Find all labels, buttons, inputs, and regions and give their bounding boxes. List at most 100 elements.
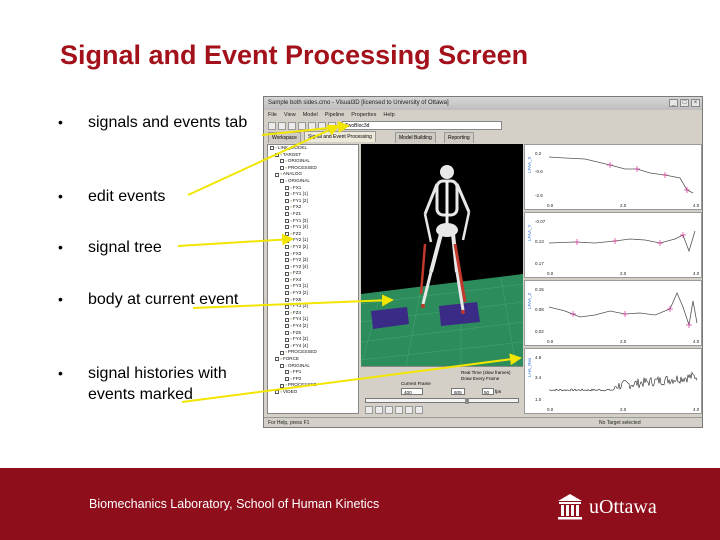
tree-item[interactable]: ▪ FP1 — [268, 369, 358, 376]
speed-field[interactable]: 50 — [482, 388, 494, 395]
tree-checkbox[interactable] — [275, 152, 279, 157]
tree-item[interactable]: ▪ FY1 [3] — [268, 218, 358, 225]
3d-body-view[interactable] — [361, 144, 523, 366]
maximize-button[interactable]: □ — [680, 99, 689, 107]
tree-checkbox[interactable] — [285, 264, 289, 269]
tree-checkbox[interactable] — [285, 291, 289, 296]
tree-checkbox[interactable] — [285, 192, 289, 197]
minimize-button[interactable]: _ — [669, 99, 678, 107]
tree-item[interactable]: ▪ FY4 [2] — [268, 323, 358, 330]
tree-checkbox[interactable] — [275, 390, 279, 395]
tab-model-building[interactable]: Model Building — [395, 132, 436, 143]
tree-item[interactable]: ▪ FY4 [4] — [268, 343, 358, 350]
tree-checkbox[interactable] — [270, 146, 274, 151]
tree-checkbox[interactable] — [285, 337, 289, 342]
tree-checkbox[interactable] — [285, 205, 289, 210]
tree-checkbox[interactable] — [285, 370, 289, 375]
tree-item[interactable]: ▪ ANALOG — [268, 171, 358, 178]
current-frame-field[interactable]: 400 — [401, 388, 423, 395]
paste-icon[interactable] — [318, 121, 326, 130]
tree-checkbox[interactable] — [285, 258, 289, 263]
tree-checkbox[interactable] — [280, 363, 284, 368]
tree-checkbox[interactable] — [285, 185, 289, 190]
tree-checkbox[interactable] — [285, 278, 289, 283]
tree-checkbox[interactable] — [280, 383, 284, 388]
tree-item[interactable]: ▪ ORIGINAL — [268, 363, 358, 370]
tree-item[interactable]: ▪ FY2 [2] — [268, 244, 358, 251]
tree-checkbox[interactable] — [285, 225, 289, 230]
signal-tree[interactable]: ▪ LINK_MODEL ▪ TARGET ▪ ORIGINAL ▪ PROCESSED ▪ AN… — [267, 144, 359, 414]
tree-item[interactable]: ▪ FX5 — [268, 297, 358, 304]
signal-plot-2[interactable]: LFAA_Y -0.07 0.13 0.17 0.0 2.0 4.0 — [524, 212, 702, 278]
tree-item[interactable]: ▪ FY2 [1] — [268, 237, 358, 244]
tree-item[interactable]: ▪ FX1 — [268, 185, 358, 192]
tree-item[interactable]: ▪ VIDEO — [268, 389, 358, 396]
tree-checkbox[interactable] — [285, 311, 289, 316]
play-icon[interactable] — [385, 406, 393, 414]
tree-checkbox[interactable] — [285, 304, 289, 309]
menu-pipeline[interactable]: Pipeline — [325, 110, 345, 120]
tree-checkbox[interactable] — [280, 179, 284, 184]
tree-checkbox[interactable] — [285, 218, 289, 223]
menu-file[interactable]: File — [268, 110, 277, 120]
tree-item[interactable]: ▪ FZ3 — [268, 270, 358, 277]
tree-item[interactable]: ▪ FY2 [4] — [268, 264, 358, 271]
copy-icon[interactable] — [308, 121, 316, 130]
tree-item[interactable]: ▪ FY2 [3] — [268, 257, 358, 264]
tree-item[interactable]: ▪ FY1 [1] — [268, 191, 358, 198]
tree-item[interactable]: ▪ TARGET — [268, 152, 358, 159]
menu-model[interactable]: Model — [303, 110, 318, 120]
tree-item[interactable]: ▪ LINK_MODEL — [268, 145, 358, 152]
tree-item[interactable]: ▪ FY3 [2] — [268, 290, 358, 297]
tree-checkbox[interactable] — [275, 172, 279, 177]
tree-item[interactable]: ▪ FZ1 — [268, 211, 358, 218]
close-button[interactable]: × — [691, 99, 700, 107]
tree-checkbox[interactable] — [285, 284, 289, 289]
tree-checkbox[interactable] — [285, 377, 289, 382]
previous-frame-icon[interactable] — [375, 406, 383, 414]
next-frame-icon[interactable] — [405, 406, 413, 414]
tree-checkbox[interactable] — [285, 271, 289, 276]
tree-checkbox[interactable] — [275, 357, 279, 362]
tree-item[interactable]: ▪ PROCESSED — [268, 165, 358, 172]
signal-plot-4[interactable]: LHA_Res 4.8 3.4 1.0 0.0 2.0 4.0 — [524, 348, 702, 414]
tree-checkbox[interactable] — [285, 251, 289, 256]
tree-item[interactable]: ▪ FX3 — [268, 251, 358, 258]
print-icon[interactable] — [328, 121, 336, 130]
tree-item[interactable]: ▪ FP2 — [268, 376, 358, 383]
tree-item[interactable]: ▪ FY1 [4] — [268, 224, 358, 231]
tree-item[interactable]: ▪ ORIGINAL — [268, 178, 358, 185]
tree-item[interactable]: ▪ FY4 [1] — [268, 316, 358, 323]
file-select[interactable]: TwoBloc3d — [342, 121, 502, 130]
draw-every-frame-radio[interactable]: Draw Every Frame — [461, 376, 511, 382]
tree-checkbox[interactable] — [285, 245, 289, 250]
end-frame-field[interactable]: 605 — [451, 388, 465, 395]
tab-signal-event-processing[interactable]: Signal and Event Processing — [304, 131, 376, 142]
tree-checkbox[interactable] — [280, 159, 284, 164]
tree-item[interactable]: ▪ ORIGINAL — [268, 158, 358, 165]
tree-checkbox[interactable] — [285, 317, 289, 322]
tree-checkbox[interactable] — [280, 350, 284, 355]
cut-icon[interactable] — [298, 121, 306, 130]
tab-reporting[interactable]: Reporting — [444, 132, 474, 143]
menu-properties[interactable]: Properties — [351, 110, 376, 120]
tree-item[interactable]: ▪ FX2 — [268, 204, 358, 211]
tree-item[interactable]: ▪ FORCE — [268, 356, 358, 363]
tree-checkbox[interactable] — [285, 212, 289, 217]
tree-item[interactable]: ▪ FY3 [1] — [268, 283, 358, 290]
tree-item[interactable]: ▪ FX4 — [268, 277, 358, 284]
signal-plot-1[interactable]: LFAA_X 0.2 -0.6 -2.6 0.0 2.0 4.0 — [524, 144, 702, 210]
save-icon[interactable] — [288, 121, 296, 130]
tree-checkbox[interactable] — [285, 199, 289, 204]
tree-item[interactable]: ▪ FZ5 — [268, 330, 358, 337]
open-folder-icon[interactable] — [278, 121, 286, 130]
tree-checkbox[interactable] — [285, 330, 289, 335]
first-frame-icon[interactable] — [365, 406, 373, 414]
last-frame-icon[interactable] — [415, 406, 423, 414]
menu-help[interactable]: Help — [383, 110, 394, 120]
signal-plot-3[interactable]: LFAA_Z 0.15 0.08 0.02 0.0 2.0 4.0 — [524, 280, 702, 346]
menu-view[interactable]: View — [284, 110, 296, 120]
tree-item[interactable]: ▪ FY1 [2] — [268, 198, 358, 205]
tree-checkbox[interactable] — [285, 232, 289, 237]
tree-checkbox[interactable] — [285, 324, 289, 329]
